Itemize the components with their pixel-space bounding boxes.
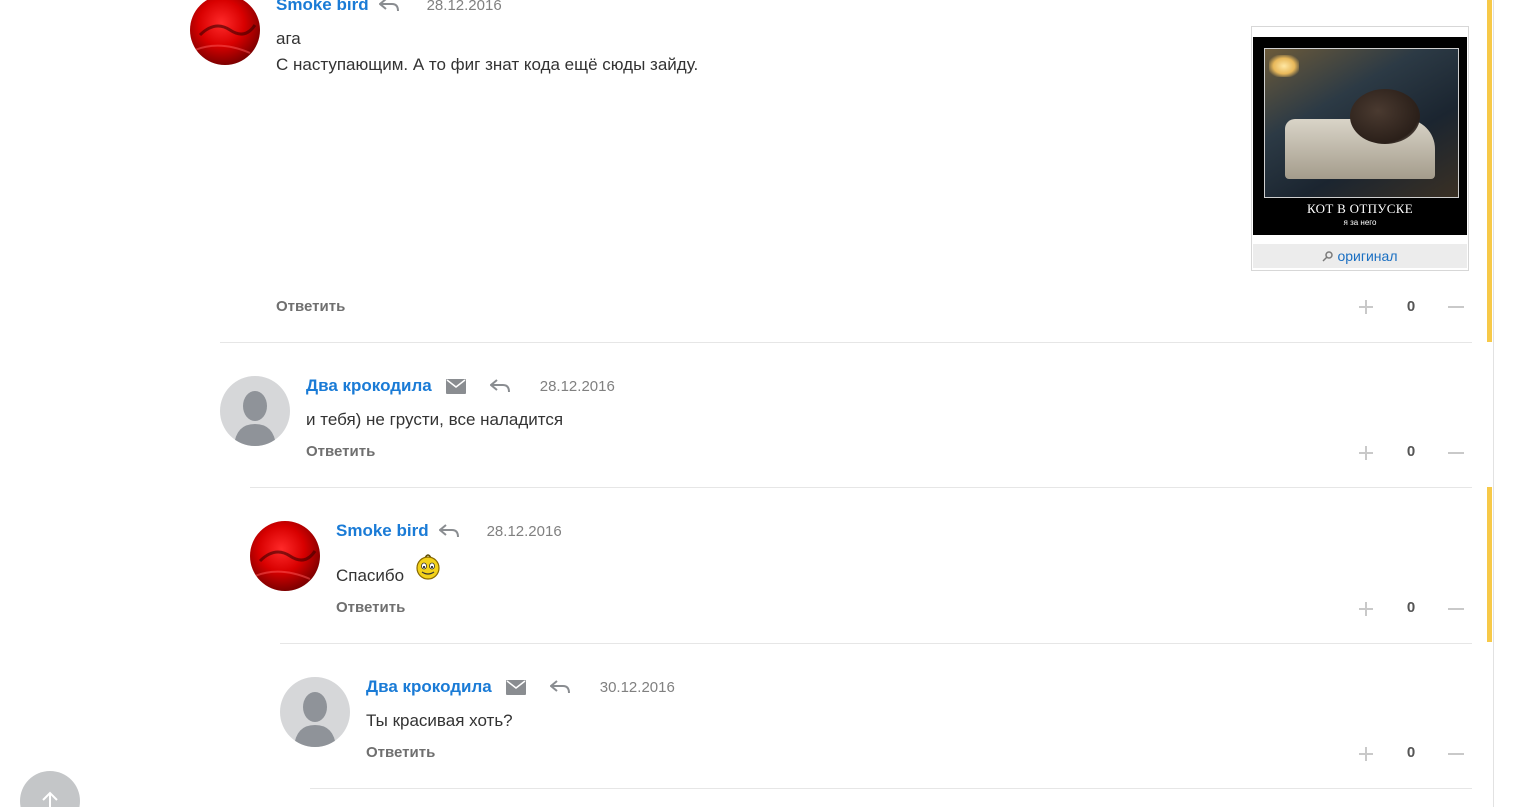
plus-icon[interactable] (1357, 298, 1375, 316)
arrow-up-icon (42, 791, 58, 807)
comment-date: 30.12.2016 (599, 678, 675, 696)
avatar[interactable] (190, 0, 260, 65)
comment-line: и тебя) не грусти, все наладится (306, 410, 564, 429)
avatar-image (254, 550, 317, 580)
plus-icon[interactable] (1357, 444, 1375, 462)
author-name[interactable]: Два крокодила (366, 677, 492, 697)
comment-line: ага (276, 29, 301, 48)
lamp (1269, 55, 1299, 77)
key-icon (1322, 250, 1334, 262)
avatar-image (194, 24, 257, 54)
demotivator-image: КОТ В ОТПУСКЕ я за него (1253, 37, 1467, 235)
vote-score: 0 (1406, 744, 1416, 761)
reply-button[interactable]: Ответить (276, 298, 345, 315)
comment-header: Smoke bird 28.12.2016 (276, 0, 502, 16)
image-caption: КОТ В ОТПУСКЕ (1307, 201, 1413, 216)
default-user-icon (294, 692, 336, 747)
default-user-icon (234, 391, 276, 446)
comment-date: 28.12.2016 (426, 0, 502, 14)
avatar[interactable] (250, 521, 320, 591)
original-label: оригинал (1337, 248, 1398, 264)
comment-date: 28.12.2016 (486, 522, 562, 540)
reply-button[interactable]: Ответить (366, 744, 435, 761)
comment-divider (310, 788, 1472, 789)
image-subcaption: я за него (1343, 218, 1377, 227)
original-image-link[interactable]: оригинал (1253, 244, 1467, 268)
reply-arrow-icon[interactable] (438, 524, 459, 538)
reply-button[interactable]: Ответить (306, 443, 375, 460)
comment-divider (220, 342, 1472, 343)
comment-text: Спасибо (336, 563, 404, 589)
envelope-icon[interactable] (505, 679, 526, 695)
photo (1264, 48, 1459, 198)
smiley-icon (416, 554, 440, 580)
comment-header: Smoke bird 28.12.2016 (336, 520, 562, 542)
comment-line: Спасибо (336, 566, 405, 585)
reply-arrow-icon[interactable] (378, 0, 399, 12)
reply-arrow-icon[interactable] (489, 379, 510, 393)
minus-icon[interactable] (1447, 298, 1465, 316)
content-border (1493, 0, 1494, 807)
vote-score: 0 (1406, 443, 1416, 460)
avatar[interactable] (220, 376, 290, 446)
plus-icon[interactable] (1357, 745, 1375, 763)
minus-icon[interactable] (1447, 745, 1465, 763)
avatar[interactable] (280, 677, 350, 747)
comment-divider (250, 487, 1472, 488)
minus-icon[interactable] (1447, 600, 1465, 618)
author-name[interactable]: Два крокодила (306, 376, 432, 396)
thread-accent-bar (1487, 0, 1492, 342)
minus-icon[interactable] (1447, 444, 1465, 462)
author-name[interactable]: Smoke bird (276, 0, 369, 15)
thread-accent-bar (1487, 487, 1492, 642)
comment-line: Ты красивая хоть? (366, 711, 513, 730)
plus-icon[interactable] (1357, 600, 1375, 618)
comment-header: Два крокодила 28.12.2016 (306, 375, 615, 397)
attached-image[interactable]: КОТ В ОТПУСКЕ я за него оригинал (1251, 26, 1469, 271)
comment-text: Ты красивая хоть? (366, 708, 513, 734)
comment-text: и тебя) не грусти, все наладится (306, 407, 563, 433)
reply-button[interactable]: Ответить (336, 599, 405, 616)
reply-arrow-icon[interactable] (549, 680, 570, 694)
vote-score: 0 (1406, 599, 1416, 616)
comment-text: ага С наступающим. А то фиг знат кода ещ… (276, 26, 698, 78)
bear (1350, 89, 1420, 144)
comment-header: Два крокодила 30.12.2016 (366, 676, 675, 698)
envelope-icon[interactable] (445, 378, 466, 394)
vote-score: 0 (1406, 298, 1416, 315)
comment-line: С наступающим. А то фиг знат кода ещё сю… (276, 55, 699, 74)
comments-page: Smoke bird 28.12.2016 ага С наступающим.… (0, 0, 1515, 807)
comment-divider (280, 643, 1472, 644)
author-name[interactable]: Smoke bird (336, 521, 429, 541)
comment-date: 28.12.2016 (539, 377, 615, 395)
scroll-top-button[interactable] (20, 771, 80, 807)
